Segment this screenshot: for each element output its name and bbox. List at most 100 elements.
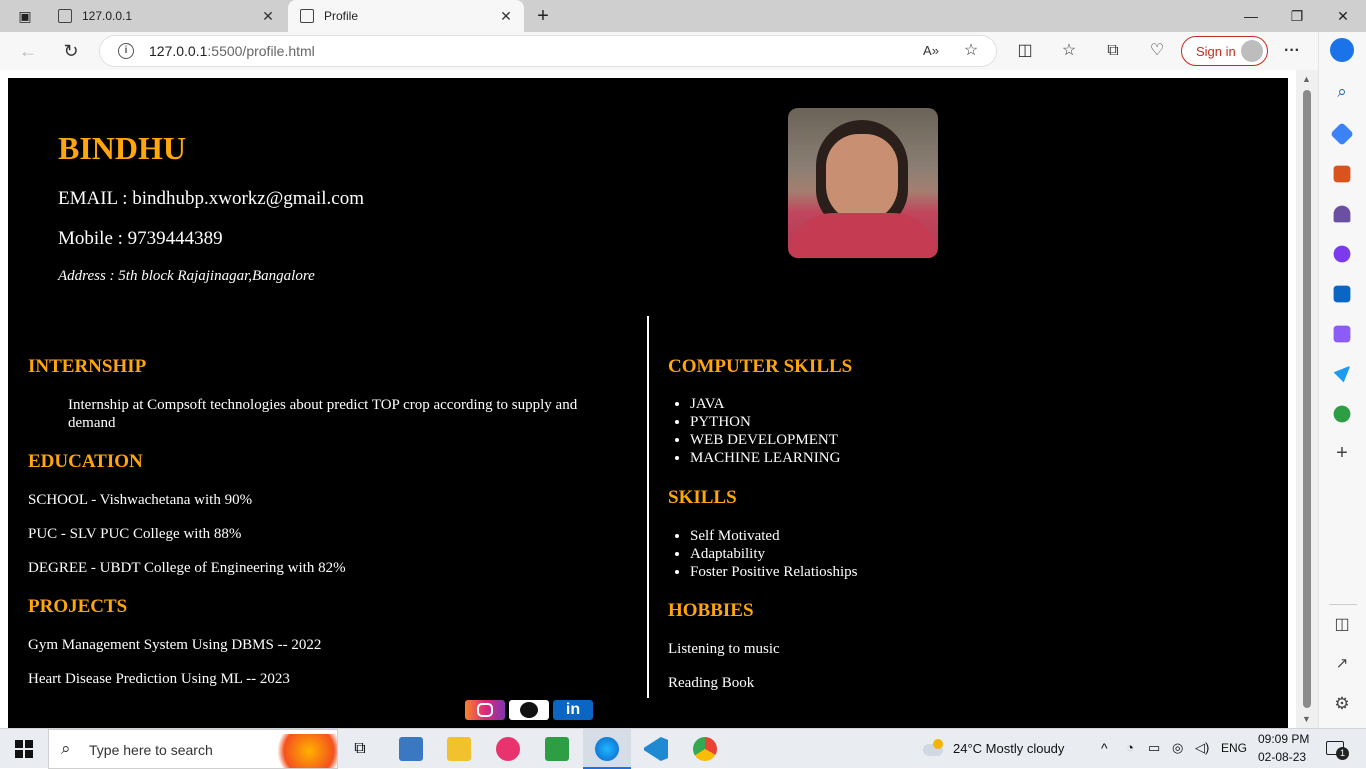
internship-text: Internship at Compsoft technologies abou…: [68, 397, 578, 431]
clock-date[interactable]: 02-08-23: [1258, 750, 1306, 764]
github-icon[interactable]: [509, 700, 549, 720]
projects-heading: PROJECTS: [28, 596, 128, 617]
education-item: DEGREE - UBDT College of Engineering wit…: [28, 560, 346, 576]
notification-icon[interactable]: 1: [1324, 737, 1349, 761]
tab-profile[interactable]: Profile ✕: [288, 0, 524, 32]
search-icon: ⌕: [61, 739, 71, 758]
favorite-star-icon[interactable]: ☆: [960, 40, 982, 62]
education-item: PUC - SLV PUC College with 88%: [28, 526, 242, 542]
search-icon[interactable]: ⌕: [1330, 82, 1354, 106]
network-icon[interactable]: ◔: [1126, 740, 1134, 755]
minimize-button[interactable]: —: [1228, 0, 1274, 32]
skills-list: Self Motivated Adaptability Foster Posit…: [668, 527, 858, 581]
volume-icon[interactable]: ◁): [1195, 740, 1209, 756]
games-icon[interactable]: [1333, 205, 1351, 223]
collections-icon[interactable]: ⧉: [1102, 40, 1124, 62]
sign-in-label: Sign in: [1196, 44, 1236, 59]
list-item: Self Motivated: [690, 527, 858, 545]
tab-localhost[interactable]: 127.0.0.1 ✕: [46, 0, 286, 32]
list-item: JAVA: [690, 395, 840, 413]
sidebar-divider: [1329, 604, 1357, 605]
url-text[interactable]: 127.0.0.1:5500/profile.html: [149, 43, 315, 59]
profile-mobile: Mobile : 9739444389: [58, 228, 223, 249]
tab-label: Profile: [324, 9, 359, 23]
list-item: PYTHON: [690, 413, 840, 431]
close-icon[interactable]: ✕: [498, 8, 514, 25]
info-icon[interactable]: i: [118, 43, 134, 59]
bing-chat-icon[interactable]: [1330, 38, 1354, 62]
windows-taskbar: ⌕ Type here to search ⧉ 24°C Mostly clou…: [0, 728, 1366, 769]
favorites-icon[interactable]: ☆: [1058, 40, 1080, 62]
profile-page: BINDHU EMAIL : bindhubp.xworkz@gmail.com…: [8, 78, 1288, 728]
linkedin-icon[interactable]: in: [553, 700, 593, 720]
chrome-icon[interactable]: [693, 737, 717, 761]
clock-time[interactable]: 09:09 PM: [1258, 732, 1309, 746]
avatar: [1241, 40, 1263, 62]
split-screen-icon[interactable]: ◫: [1014, 40, 1036, 62]
internship-heading: INTERNSHIP: [28, 356, 147, 377]
vertical-scrollbar[interactable]: ▲ ▼: [1296, 70, 1318, 728]
project-item: Gym Management System Using DBMS -- 2022: [28, 637, 322, 653]
computer-app-icon[interactable]: [399, 737, 423, 761]
address-bar[interactable]: i 127.0.0.1:5500/profile.html A» ☆: [100, 36, 996, 66]
shopping-icon[interactable]: [1330, 122, 1354, 146]
restore-button[interactable]: ❐: [1274, 0, 1320, 32]
outlook-icon[interactable]: [1333, 285, 1351, 303]
task-view-icon[interactable]: ⧉: [348, 737, 372, 761]
weather-icon[interactable]: [921, 737, 945, 761]
list-item: Adaptability: [690, 545, 858, 563]
back-button[interactable]: ←: [15, 38, 41, 64]
language-indicator[interactable]: ENG: [1221, 741, 1247, 755]
page-viewport: BINDHU EMAIL : bindhubp.xworkz@gmail.com…: [0, 70, 1296, 728]
taskbar-search-input[interactable]: ⌕ Type here to search: [48, 729, 338, 769]
notification-count: 1: [1336, 747, 1349, 760]
search-placeholder: Type here to search: [89, 742, 213, 758]
tools-icon[interactable]: [1333, 165, 1351, 183]
page-icon: [300, 9, 314, 23]
profile-name: BINDHU: [58, 130, 187, 166]
office-icon[interactable]: [1333, 245, 1351, 263]
tab-actions-icon[interactable]: ▣: [2, 0, 48, 32]
chevron-up-icon[interactable]: ^: [1101, 740, 1108, 756]
page-icon: [58, 9, 72, 23]
tab-strip: ▣ 127.0.0.1 ✕ Profile ✕ + — ❐ ✕: [0, 0, 1366, 32]
tree-icon[interactable]: [1333, 405, 1351, 423]
instagram-icon[interactable]: [465, 700, 505, 720]
url-path: :5500/profile.html: [207, 43, 315, 59]
sign-in-button[interactable]: Sign in: [1181, 36, 1268, 66]
hobby-item: Listening to music: [668, 641, 780, 657]
windows-start-icon[interactable]: [13, 737, 37, 761]
hide-sidebar-icon[interactable]: ◫: [1330, 614, 1354, 638]
designer-icon[interactable]: [1333, 325, 1351, 343]
spreadsheet-app-icon[interactable]: [545, 737, 569, 761]
meet-icon[interactable]: ◎: [1172, 740, 1183, 756]
extensions-icon[interactable]: ♡: [1146, 40, 1168, 62]
close-window-button[interactable]: ✕: [1320, 0, 1366, 32]
education-heading: EDUCATION: [28, 451, 143, 472]
url-host: 127.0.0.1: [149, 43, 208, 59]
vscode-icon[interactable]: [644, 737, 668, 761]
file-explorer-icon[interactable]: [447, 737, 471, 761]
computer-skills-list: JAVA PYTHON WEB DEVELOPMENT MACHINE LEAR…: [668, 395, 840, 467]
refresh-button[interactable]: ↻: [58, 38, 84, 64]
scrollbar-thumb[interactable]: [1303, 90, 1311, 708]
education-item: SCHOOL - Vishwachetana with 90%: [28, 492, 253, 508]
project-item: Heart Disease Prediction Using ML -- 202…: [28, 671, 290, 687]
close-icon[interactable]: ✕: [260, 8, 276, 25]
media-player-icon[interactable]: [496, 737, 520, 761]
read-aloud-icon[interactable]: A»: [920, 40, 942, 62]
external-link-icon[interactable]: ↗: [1330, 654, 1354, 678]
more-menu-icon[interactable]: ···: [1281, 40, 1303, 62]
weather-text[interactable]: 24°C Mostly cloudy: [953, 741, 1064, 756]
edge-icon[interactable]: [595, 737, 619, 761]
hobbies-heading: HOBBIES: [668, 600, 754, 621]
new-tab-button[interactable]: +: [520, 0, 566, 32]
hobby-item: Reading Book: [668, 675, 755, 691]
send-icon[interactable]: [1333, 365, 1351, 383]
settings-gear-icon[interactable]: ⚙: [1330, 694, 1354, 718]
search-highlight-icon: [267, 734, 337, 768]
battery-icon[interactable]: ▭: [1148, 740, 1160, 756]
edge-sidebar: ⌕ + ◫ ↗ ⚙: [1318, 32, 1366, 728]
add-icon[interactable]: +: [1330, 442, 1354, 466]
profile-address: Address : 5th block Rajajinagar,Bangalor…: [58, 268, 315, 284]
